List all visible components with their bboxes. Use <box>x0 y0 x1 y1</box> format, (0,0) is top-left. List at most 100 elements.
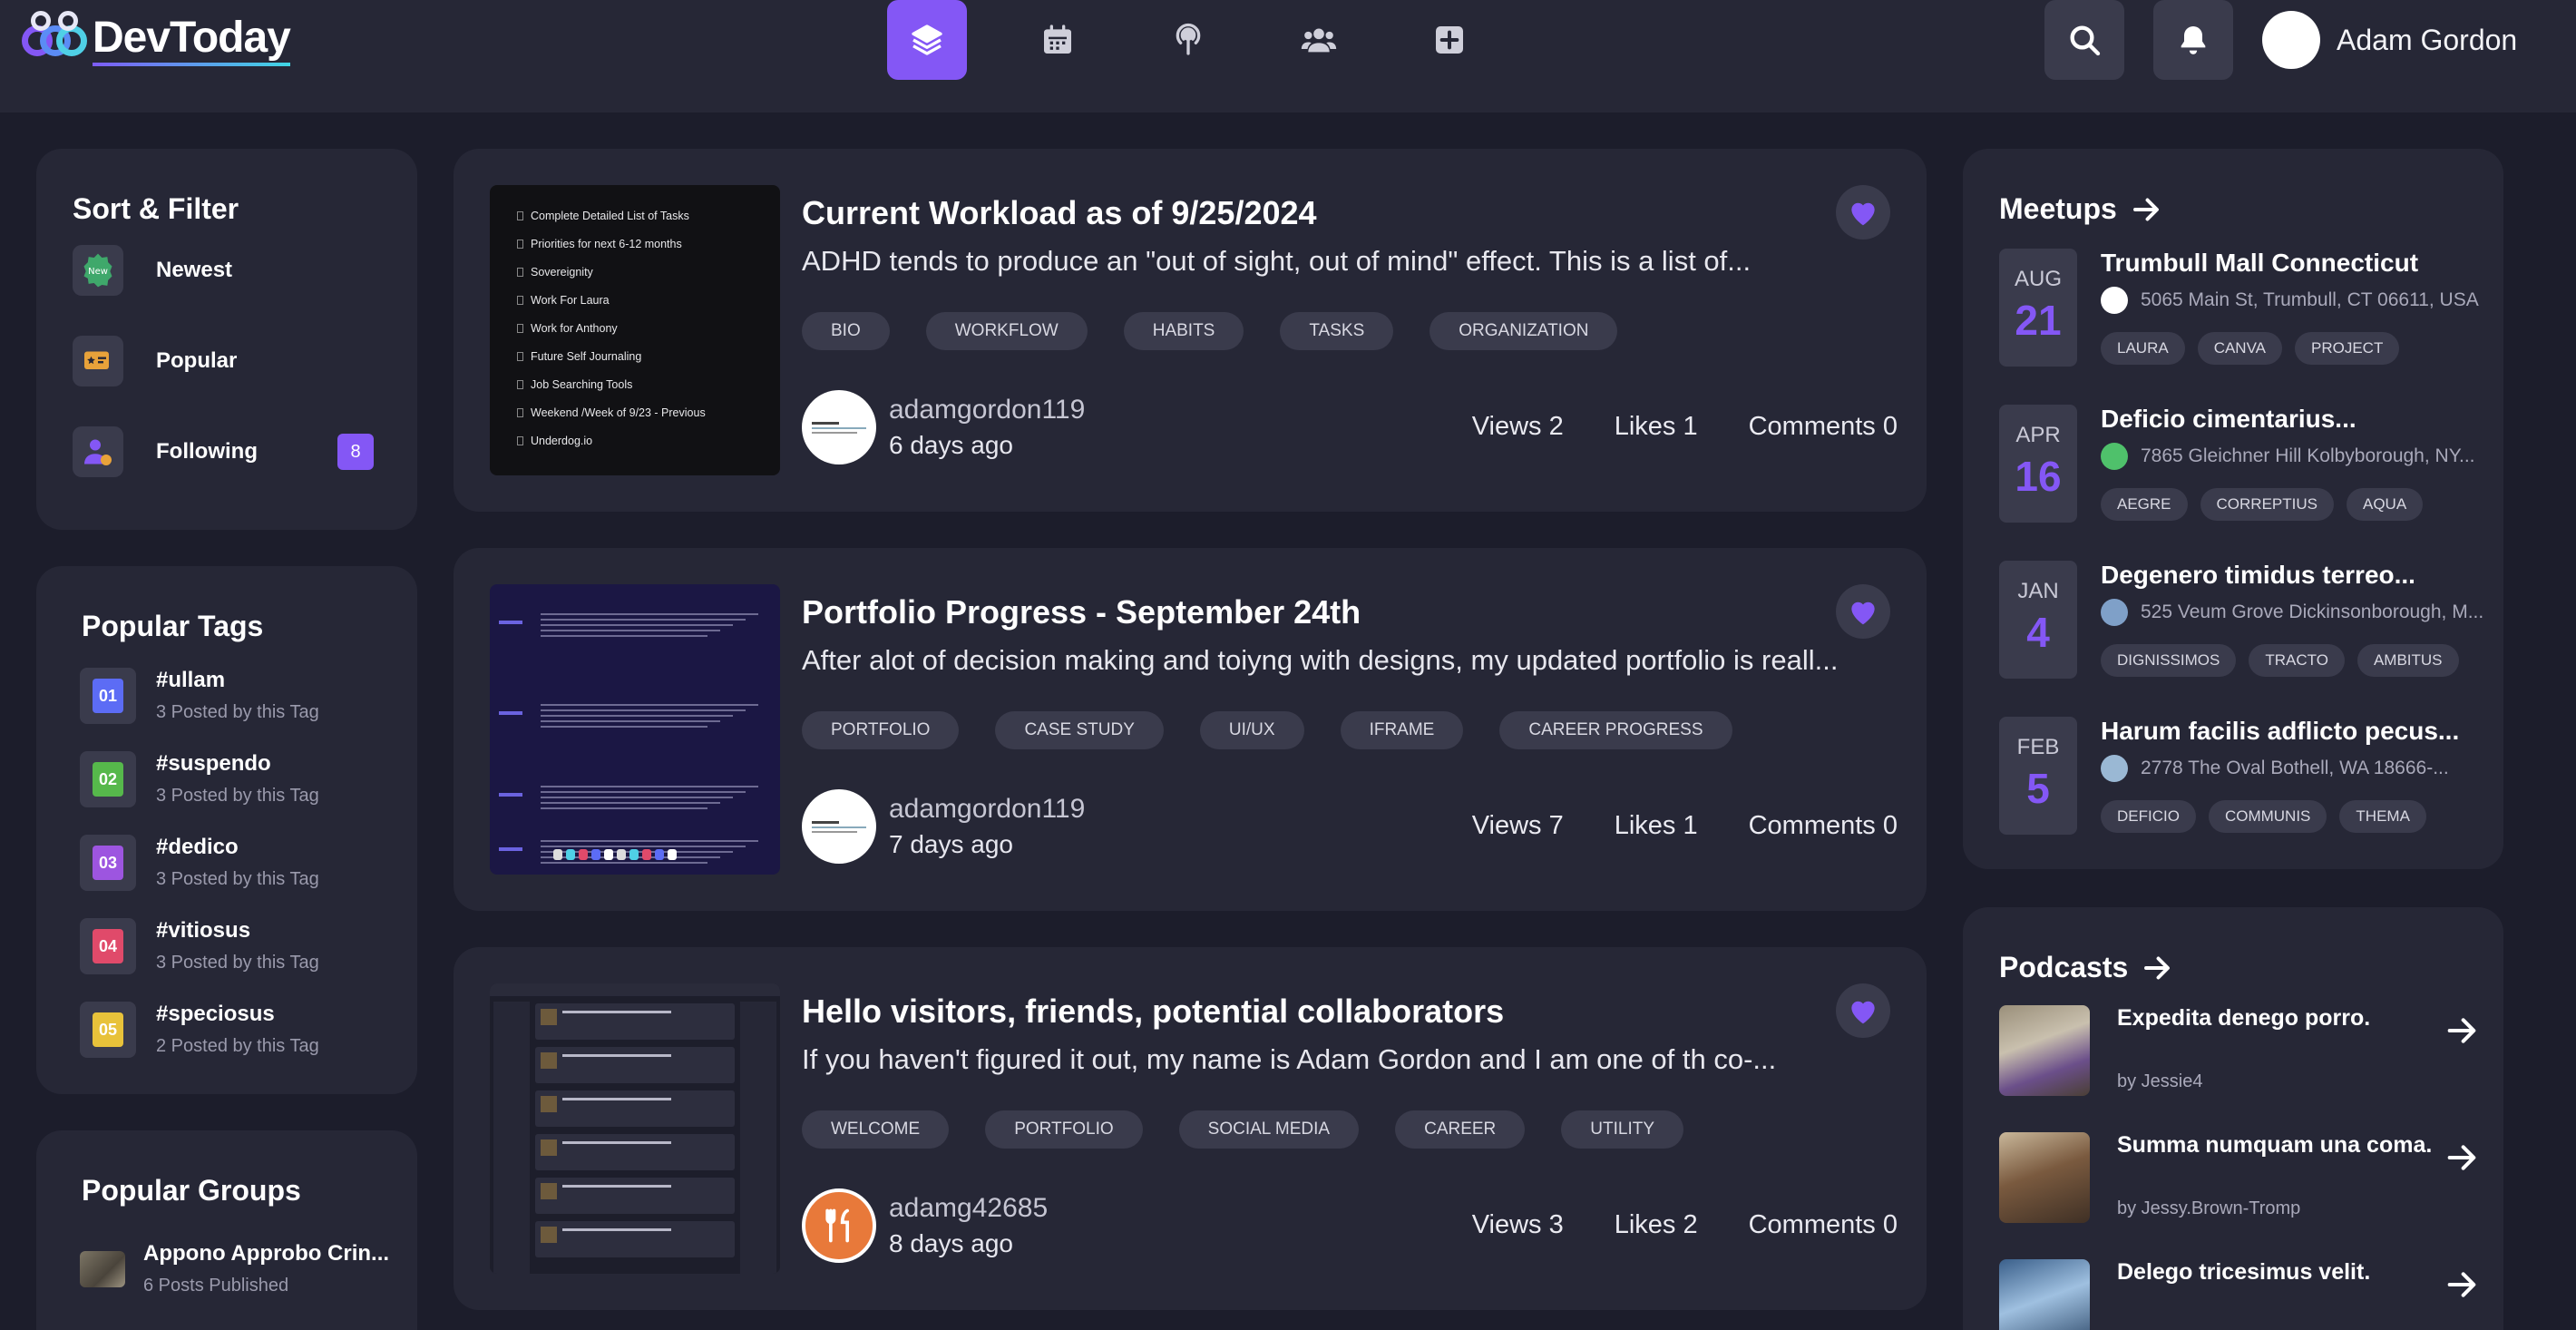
filter-following[interactable]: Following <box>73 426 258 477</box>
meetup-item[interactable]: AUG 21 Trumbull Mall Connecticut 5065 Main … <box>1999 249 2479 367</box>
meetup-day: 5 <box>2026 765 2050 812</box>
podcast-title[interactable]: Expedita denego porro. <box>2117 1005 2370 1032</box>
meetup-tags: DEFICIO COMMUNIS THEMA <box>2101 800 2459 833</box>
post-title[interactable]: Current Workload as of 9/25/2024 <box>802 194 1317 232</box>
post-card[interactable]: Portfolio Progress - September 24th After… <box>454 548 1927 911</box>
meetup-item[interactable]: APR 16 Deficio cimentarius... 7865 Gleichne… <box>1999 405 2475 523</box>
podcast-item[interactable]: Delego tricesimus velit. <box>1999 1259 2476 1330</box>
like-button[interactable] <box>1836 185 1890 240</box>
author-username[interactable]: adamgordon119 <box>889 794 1085 825</box>
meetup-item[interactable]: JAN 4 Degenero timidus terreo... 525 Veum G… <box>1999 561 2483 679</box>
location-icon <box>2101 755 2128 782</box>
tag-pill[interactable]: PORTFOLIO <box>985 1110 1143 1149</box>
tag-pill[interactable]: LAURA <box>2101 332 2185 365</box>
logo[interactable]: DevToday <box>20 9 291 66</box>
sort-filter-panel: Sort & Filter New Newest Popular Followi… <box>36 149 417 530</box>
tag-item[interactable]: 03 #dedico 3 Posted by this Tag <box>80 835 319 891</box>
tag-pill[interactable]: UI/UX <box>1199 711 1304 749</box>
tag-pill[interactable]: CASE STUDY <box>995 711 1164 749</box>
tag-pill[interactable]: PORTFOLIO <box>802 711 960 749</box>
tag-pill[interactable]: WELCOME <box>802 1110 950 1149</box>
post-thumbnail[interactable]: Complete Detailed List of Tasks Prioritie… <box>490 185 780 475</box>
thumb-line: Work For Laura <box>531 293 610 307</box>
tag-pill[interactable]: CANVA <box>2197 332 2282 365</box>
post-author[interactable]: adamg42685 8 days ago <box>802 1188 1048 1263</box>
user-menu[interactable]: Adam Gordon <box>2262 11 2517 69</box>
podcast-title[interactable]: Summa numquam una coma. <box>2117 1132 2432 1159</box>
tag-pill[interactable]: HABITS <box>1123 312 1244 350</box>
tag-pill[interactable]: CAREER PROGRESS <box>1499 711 1732 749</box>
podcast-item[interactable]: Summa numquam una coma. by Jessy.Brown-Tr… <box>1999 1132 2476 1223</box>
top-header: DevToday Adam Gordon <box>0 0 2576 112</box>
nav-groups-button[interactable] <box>1279 0 1359 80</box>
podcast-open-button[interactable] <box>2444 1266 2480 1307</box>
meetups-header[interactable]: Meetups <box>1999 192 2162 226</box>
nav-podcasts-button[interactable] <box>1148 0 1228 80</box>
podcast-title[interactable]: Delego tricesimus velit. <box>2117 1259 2370 1286</box>
tag-pill[interactable]: BIO <box>802 312 890 350</box>
podcast-item[interactable]: Expedita denego porro. by Jessie4 <box>1999 1005 2476 1096</box>
podcast-open-button[interactable] <box>2444 1012 2480 1053</box>
tag-pill[interactable]: TRACTO <box>2249 644 2345 677</box>
tag-pill[interactable]: DEFICIO <box>2101 800 2196 833</box>
group-item[interactable]: Appono Approbo Crin... 6 Posts Published <box>80 1241 389 1296</box>
meetup-tags: LAURA CANVA PROJECT <box>2101 332 2479 365</box>
tag-pill[interactable]: AEGRE <box>2101 488 2188 521</box>
tag-pill[interactable]: IFRAME <box>1340 711 1464 749</box>
popular-icon <box>73 336 123 386</box>
meetup-title[interactable]: Harum facilis adflicto pecus... <box>2101 717 2459 746</box>
podcast-open-button[interactable] <box>2444 1139 2480 1180</box>
post-author[interactable]: adamgordon119 7 days ago <box>802 789 1085 864</box>
like-button[interactable] <box>1836 983 1890 1038</box>
tag-item[interactable]: 04 #vitiosus 3 Posted by this Tag <box>80 918 319 974</box>
search-button[interactable] <box>2044 0 2124 80</box>
tag-pill[interactable]: DIGNISSIMOS <box>2101 644 2237 677</box>
tag-item[interactable]: 02 #suspendo 3 Posted by this Tag <box>80 751 319 807</box>
author-username[interactable]: adamgordon119 <box>889 395 1085 425</box>
tag-pill[interactable]: SOCIAL MEDIA <box>1178 1110 1360 1149</box>
meetup-item[interactable]: FEB 5 Harum facilis adflicto pecus... 2778 … <box>1999 717 2459 835</box>
tag-item[interactable]: 05 #speciosus 2 Posted by this Tag <box>80 1002 319 1058</box>
tag-pill[interactable]: COMMUNIS <box>2208 800 2327 833</box>
tag-pill[interactable]: CORREPTIUS <box>2200 488 2334 521</box>
author-username[interactable]: adamg42685 <box>889 1193 1048 1224</box>
tag-pill[interactable]: WORKFLOW <box>925 312 1088 350</box>
nav-meetups-button[interactable] <box>1018 0 1098 80</box>
filter-popular[interactable]: Popular <box>73 336 237 386</box>
meetup-title[interactable]: Degenero timidus terreo... <box>2101 561 2483 590</box>
meetup-title[interactable]: Trumbull Mall Connecticut <box>2101 249 2479 278</box>
tag-pill[interactable]: THEMA <box>2339 800 2426 833</box>
tag-pill[interactable]: AMBITUS <box>2356 644 2459 677</box>
post-excerpt: After alot of decision making and toiyng… <box>802 644 1839 676</box>
nav-feed-button[interactable] <box>887 0 967 80</box>
like-button[interactable] <box>1836 584 1890 639</box>
tag-pill[interactable]: UTILITY <box>1561 1110 1684 1149</box>
podcast-author: by Jessie4 <box>2117 1071 2203 1091</box>
post-title[interactable]: Hello visitors, friends, potential colla… <box>802 993 1504 1031</box>
meetup-title[interactable]: Deficio cimentarius... <box>2101 405 2475 434</box>
tag-pill[interactable]: CAREER <box>1395 1110 1526 1149</box>
tag-pill[interactable]: ORGANIZATION <box>1429 312 1618 350</box>
post-thumbnail[interactable] <box>490 584 780 875</box>
thumb-line: Future Self Journaling <box>531 349 642 363</box>
post-card[interactable]: Hello visitors, friends, potential colla… <box>454 947 1927 1310</box>
arrow-right-icon <box>2447 1018 2476 1043</box>
nav-create-button[interactable] <box>1410 0 1489 80</box>
tag-pill[interactable]: AQUA <box>2347 488 2424 521</box>
post-author[interactable]: adamgordon119 6 days ago <box>802 390 1085 465</box>
post-thumbnail[interactable] <box>490 983 780 1274</box>
thumb-line: Job Searching Tools <box>531 377 633 391</box>
tag-item[interactable]: 01 #ullam 3 Posted by this Tag <box>80 668 319 724</box>
new-badge-icon: New <box>73 245 123 296</box>
podcasts-header[interactable]: Podcasts <box>1999 951 2173 984</box>
heart-icon <box>1851 601 1875 625</box>
tag-pill[interactable]: PROJECT <box>2295 332 2400 365</box>
post-card[interactable]: Complete Detailed List of Tasks Prioritie… <box>454 149 1927 512</box>
notifications-button[interactable] <box>2153 0 2233 80</box>
post-title[interactable]: Portfolio Progress - September 24th <box>802 593 1361 631</box>
filter-newest[interactable]: New Newest <box>73 245 232 296</box>
tag-pill[interactable]: TASKS <box>1280 312 1394 350</box>
post-time: 7 days ago <box>889 830 1013 858</box>
meetup-address-text: 2778 The Oval Bothell, WA 18666-... <box>2141 758 2449 778</box>
post-time: 8 days ago <box>889 1229 1013 1257</box>
